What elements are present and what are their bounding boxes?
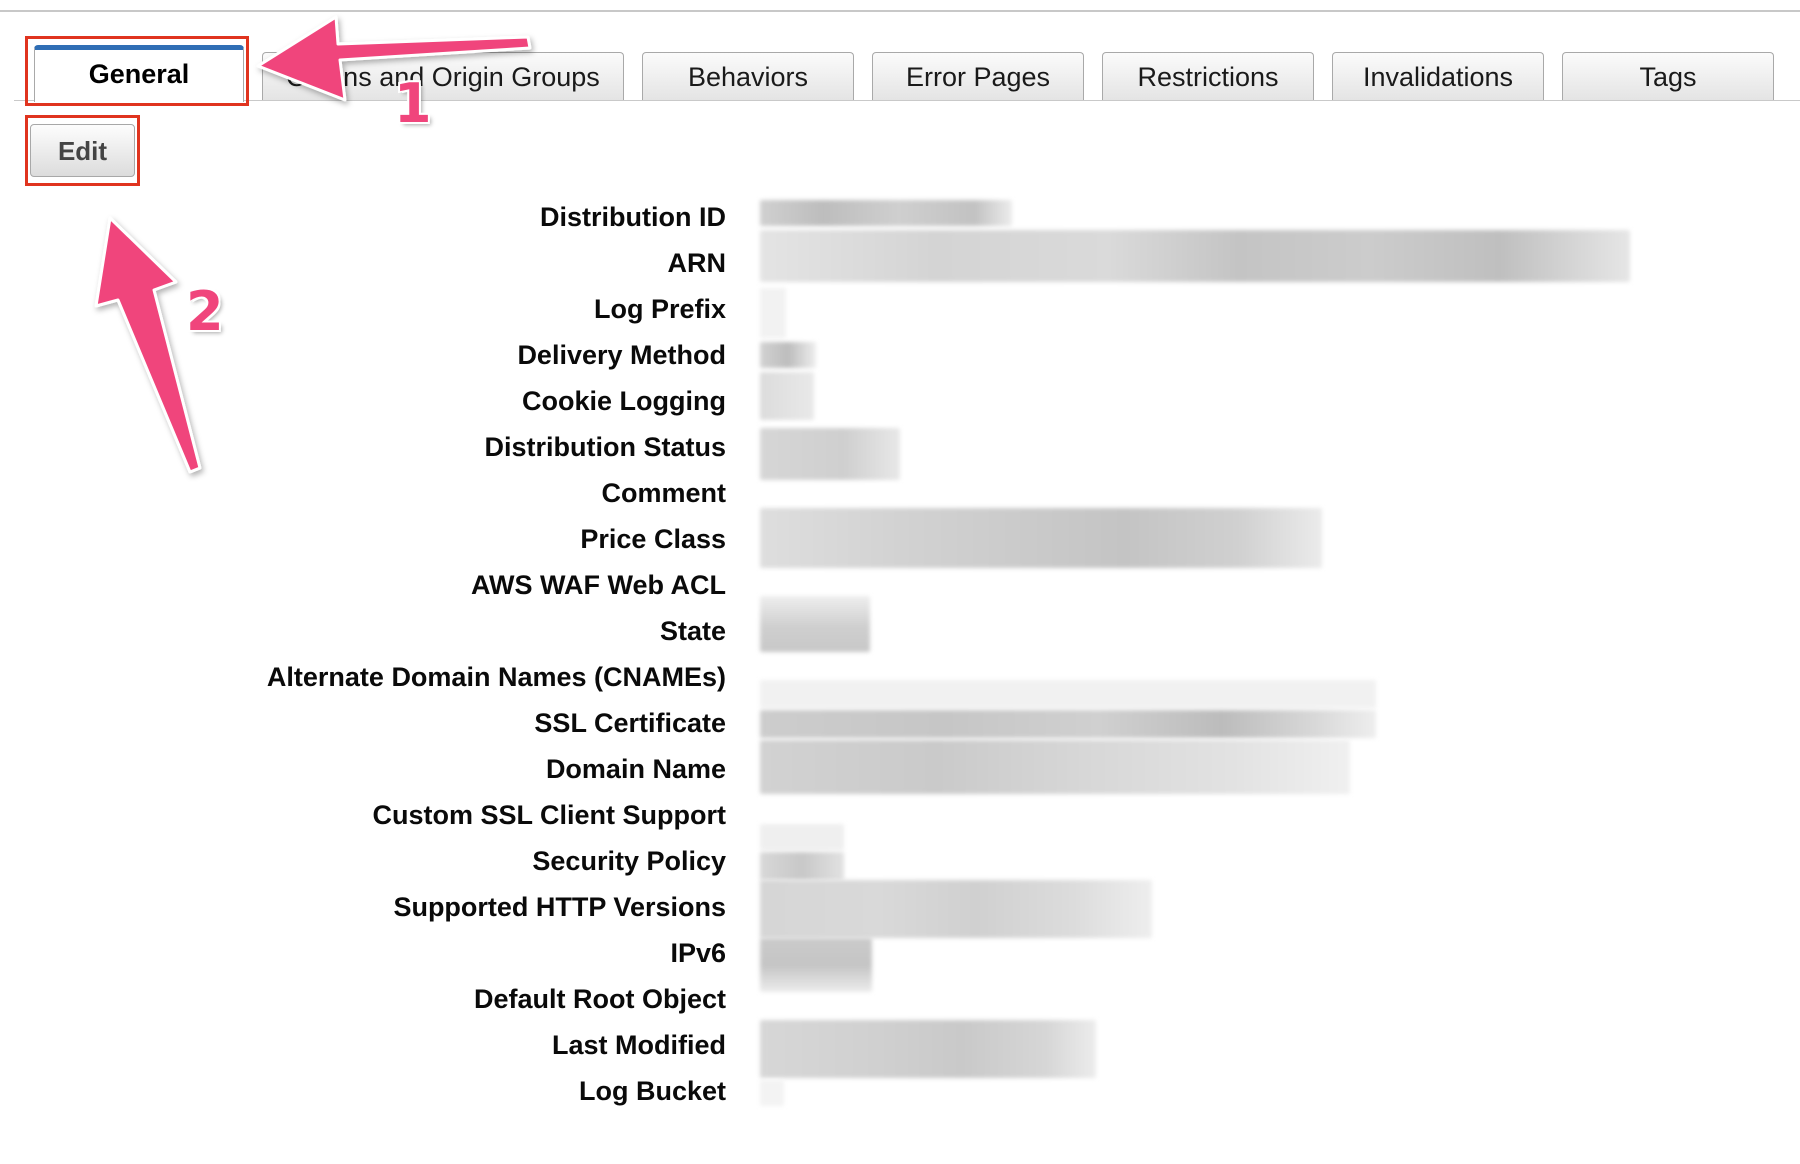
arrow-2-icon bbox=[94, 216, 202, 474]
annotation-step-2: 2 bbox=[186, 280, 224, 343]
annotation-arrows bbox=[94, 15, 532, 474]
annotation-step-1: 1 bbox=[394, 72, 432, 135]
